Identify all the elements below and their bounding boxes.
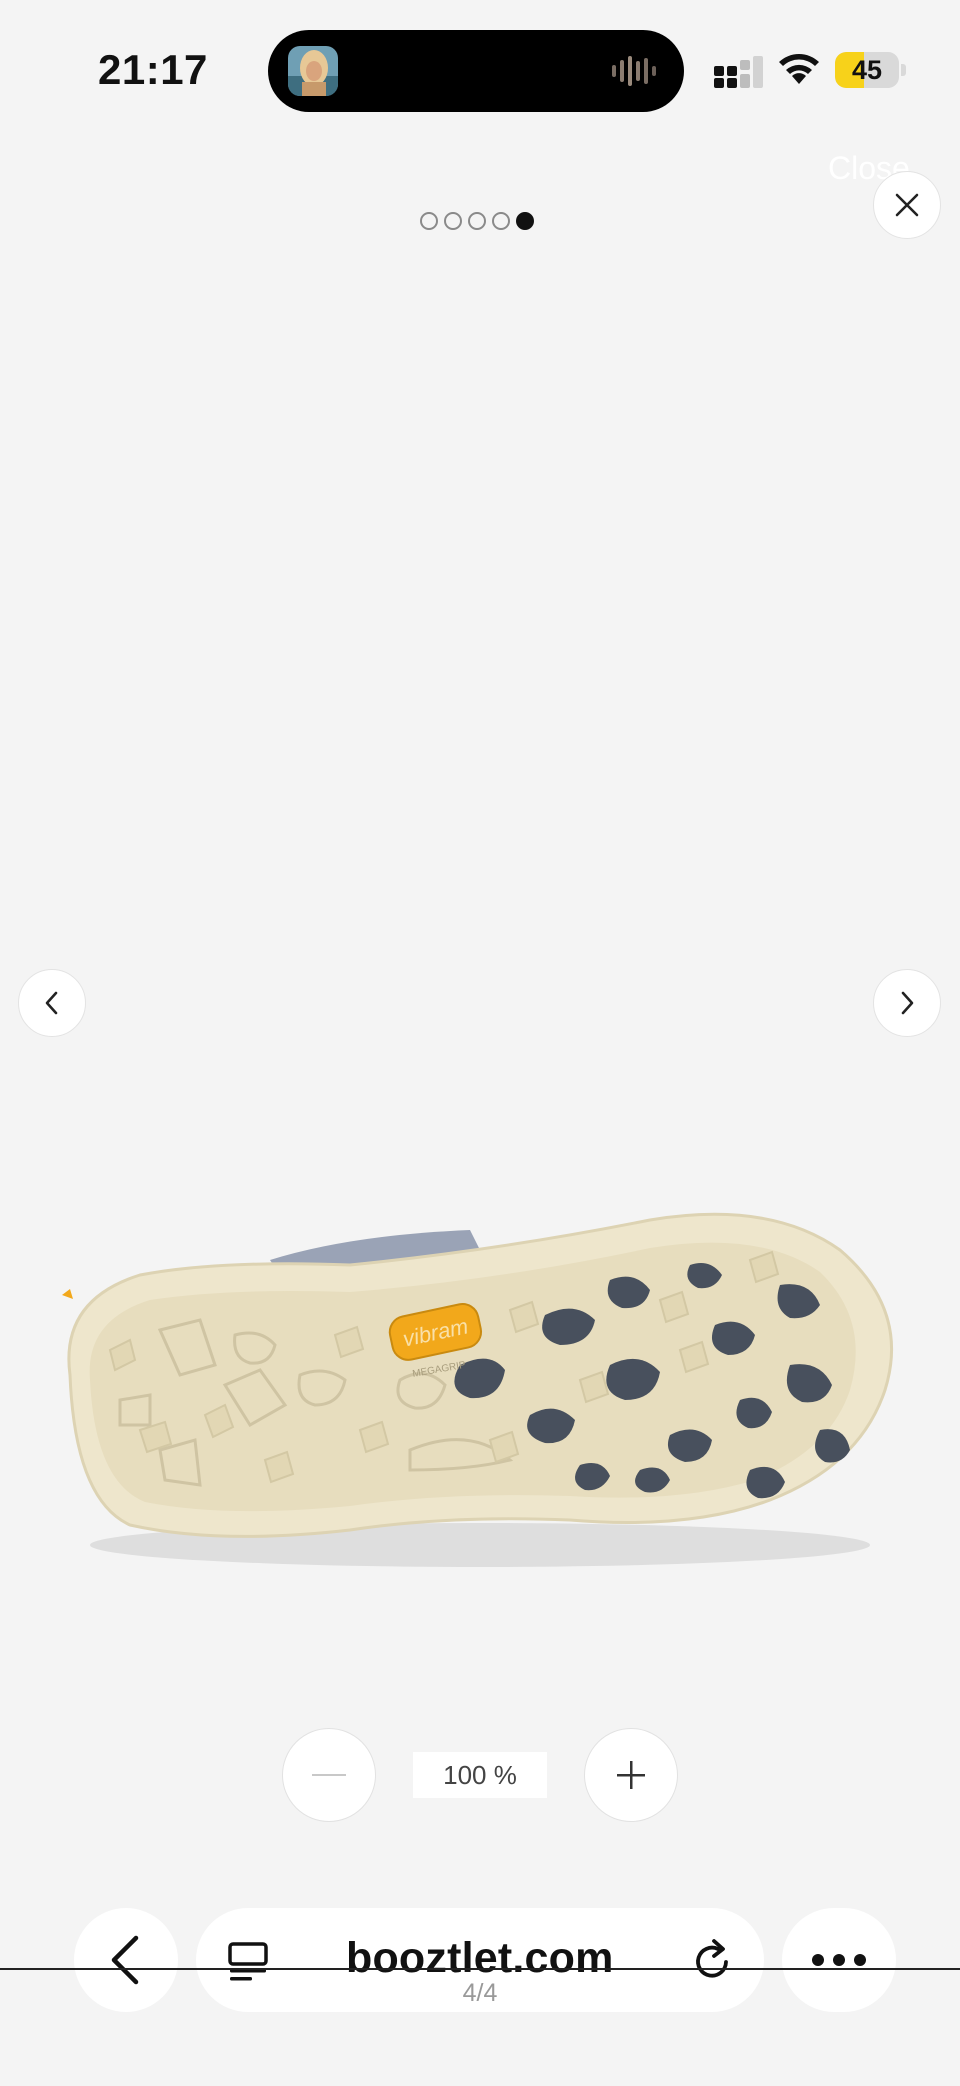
battery-indicator: 45 (835, 52, 906, 88)
audio-wave-icon (612, 56, 656, 86)
plus-icon (617, 1761, 645, 1789)
pager-dot[interactable] (516, 212, 534, 230)
zoom-level: 100 % (413, 1752, 547, 1798)
product-image[interactable]: vibram MEGAGRIP (50, 1200, 910, 1590)
minus-icon (312, 1774, 346, 1776)
status-time: 21:17 (98, 46, 208, 93)
pager-dot[interactable] (420, 212, 438, 230)
next-image-button[interactable] (873, 969, 941, 1037)
url-text[interactable]: booztlet.com (346, 1934, 614, 1983)
close-icon (895, 193, 919, 217)
image-pager (420, 212, 534, 232)
pager-dot[interactable] (444, 212, 462, 230)
zoom-out-button[interactable] (282, 1728, 376, 1822)
status-bar: 21:17 45 (0, 0, 960, 135)
more-icon (812, 1954, 866, 1966)
image-counter: 4/4 (462, 1979, 498, 2007)
battery-percent: 45 (851, 55, 883, 85)
close-button[interactable] (873, 171, 941, 239)
overlay-divider-line (0, 1968, 960, 1970)
now-playing-artwork (288, 46, 338, 96)
tabs-icon[interactable] (226, 1940, 270, 1984)
chevron-right-icon (901, 991, 914, 1015)
zoom-in-button[interactable] (584, 1728, 678, 1822)
wifi-icon (779, 54, 819, 84)
cellular-signal-icon (714, 56, 763, 88)
pager-dot[interactable] (492, 212, 510, 230)
chevron-left-icon (45, 991, 58, 1015)
dynamic-island[interactable] (268, 30, 684, 112)
previous-image-button[interactable] (18, 969, 86, 1037)
pager-dot[interactable] (468, 212, 486, 230)
